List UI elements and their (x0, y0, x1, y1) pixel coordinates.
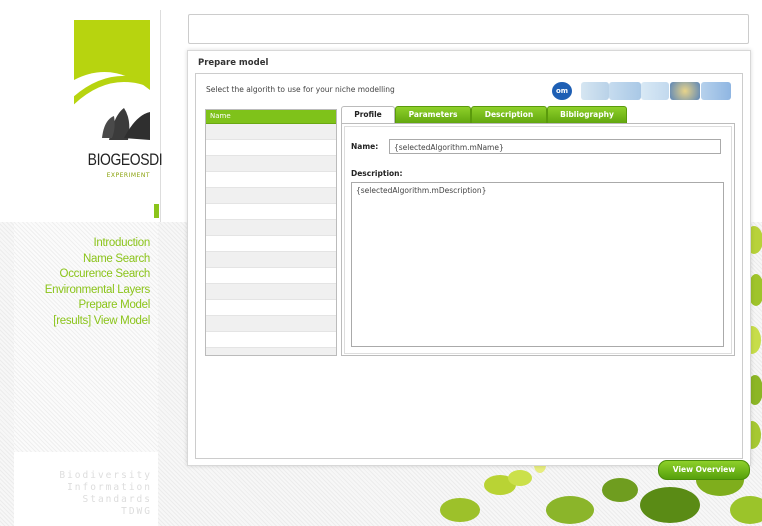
profile-tab-content: Name: {selectedAlgorithm.mName} Descript… (341, 123, 735, 356)
logo-title: BIOGEOSDI (87, 150, 163, 169)
prepare-model-panel: Prepare model Select the algorith to use… (187, 50, 751, 480)
panel-title: Prepare model (198, 58, 269, 68)
map-thumbnail-icon[interactable] (701, 82, 731, 100)
list-item[interactable] (206, 204, 336, 220)
list-header-name[interactable]: Name (206, 110, 336, 124)
list-item[interactable] (206, 236, 336, 252)
list-item[interactable] (206, 156, 336, 172)
description-field[interactable]: {selectedAlgorithm.mDescription} (351, 182, 724, 347)
nav-marker (154, 204, 159, 218)
logo-image (74, 20, 150, 144)
footer-line: TDWG (121, 506, 152, 517)
name-label: Name: (351, 142, 379, 151)
tab-bibliography[interactable]: Bibliography (547, 106, 627, 124)
algorithm-list[interactable]: Name (205, 109, 337, 356)
list-item[interactable] (206, 332, 336, 348)
list-item[interactable] (206, 140, 336, 156)
top-bar (188, 14, 749, 44)
globe-thumbnail-icon[interactable] (670, 82, 700, 100)
list-item[interactable] (206, 268, 336, 284)
footer-line: Biodiversity (59, 470, 152, 481)
footer-line: Information (67, 482, 152, 493)
main-nav: Introduction Name Search Occurence Searc… (14, 236, 151, 330)
profile-frame: Name: {selectedAlgorithm.mName} Descript… (344, 126, 732, 354)
instruction-text: Select the algorith to use for your nich… (206, 85, 395, 94)
list-item[interactable] (206, 300, 336, 316)
tab-description[interactable]: Description (471, 106, 547, 124)
nav-item-introduction[interactable]: Introduction (14, 236, 151, 252)
list-item[interactable] (206, 316, 336, 332)
footer-logo-text: Biodiversity Information Standards TDWG (18, 470, 152, 518)
list-item[interactable] (206, 124, 336, 140)
nav-item-occurence-search[interactable]: Occurence Search (14, 267, 151, 283)
list-item[interactable] (206, 220, 336, 236)
description-label: Description: (351, 169, 403, 178)
logo-emblem-icon (74, 20, 150, 144)
view-overview-button[interactable]: View Overview (658, 460, 750, 480)
tab-profile[interactable]: Profile (341, 106, 395, 124)
list-item[interactable] (206, 172, 336, 188)
list-item[interactable] (206, 348, 336, 355)
map-thumbnail-icon[interactable] (641, 82, 669, 100)
logo-subtitle: EXPERIMENT (106, 172, 150, 179)
tab-parameters[interactable]: Parameters (395, 106, 471, 124)
list-item[interactable] (206, 188, 336, 204)
map-thumbnail-icon[interactable] (581, 82, 609, 100)
divider (160, 10, 161, 222)
nav-item-view-model[interactable]: [results] View Model (14, 314, 150, 330)
list-item[interactable] (206, 252, 336, 268)
openmodeller-icon[interactable]: om (552, 82, 572, 100)
list-item[interactable] (206, 284, 336, 300)
map-thumbnail-icon[interactable] (609, 82, 641, 100)
nav-item-environmental-layers[interactable]: Environmental Layers (14, 283, 151, 299)
panel-body: Select the algorith to use for your nich… (195, 73, 750, 480)
nav-item-name-search[interactable]: Name Search (14, 252, 150, 268)
footer-line: Standards (82, 494, 152, 505)
nav-item-prepare-model[interactable]: Prepare Model (14, 298, 150, 314)
name-field[interactable]: {selectedAlgorithm.mName} (389, 139, 721, 154)
